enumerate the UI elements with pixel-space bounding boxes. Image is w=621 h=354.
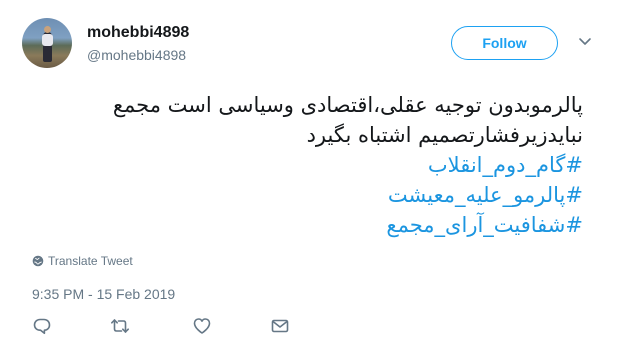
direct-message-button[interactable]	[270, 316, 290, 336]
screen-name[interactable]: @mohebbi4898	[87, 47, 186, 63]
retweet-button[interactable]	[110, 316, 130, 336]
avatar[interactable]	[22, 18, 72, 68]
reply-button[interactable]	[32, 316, 52, 336]
tweet-text-line: نبایدزیرفشارتصمیم اشتباه بگیرد	[306, 123, 583, 147]
avatar-shirt	[42, 34, 53, 46]
follow-button[interactable]: Follow	[451, 26, 558, 60]
hashtag-link[interactable]: #گام_دوم_انقلاب	[43, 150, 583, 180]
avatar-head	[44, 26, 51, 33]
hashtag-link[interactable]: #شفافیت_آرای_مجمع	[43, 210, 583, 240]
tweet-text-line: پالرموبدون توجیه عقلی،اقتصادی وسیاسی است…	[112, 93, 583, 117]
heart-icon	[193, 318, 211, 334]
display-name[interactable]: mohebbi4898	[87, 24, 189, 42]
globe-icon	[32, 255, 44, 267]
tweet-actions	[32, 316, 312, 336]
translate-tweet-label: Translate Tweet	[48, 254, 133, 268]
hashtag-link[interactable]: #پالرمو_علیه_معیشت	[43, 180, 583, 210]
tweet-text: پالرموبدون توجیه عقلی،اقتصادی وسیاسی است…	[43, 90, 583, 240]
translate-tweet-link[interactable]: Translate Tweet	[32, 254, 133, 268]
tweet-timestamp[interactable]: 9:35 PM - 15 Feb 2019	[32, 286, 175, 302]
chevron-down-icon[interactable]	[578, 37, 592, 47]
reply-icon	[33, 318, 51, 335]
envelope-icon	[271, 319, 289, 333]
retweet-icon	[111, 319, 129, 333]
tweet-card: mohebbi4898 @mohebbi4898 Follow پالرموبد…	[0, 0, 621, 354]
like-button[interactable]	[192, 316, 212, 336]
